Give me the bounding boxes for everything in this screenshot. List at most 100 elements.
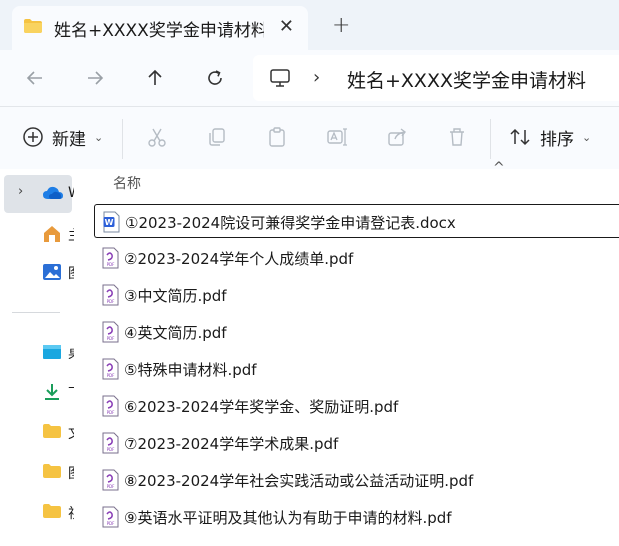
file-row[interactable]: PDF ③中文简历.pdf — [94, 278, 619, 312]
divider — [12, 312, 60, 313]
folder-icon — [42, 423, 62, 441]
refresh-icon — [208, 70, 222, 85]
word-document-icon: W — [103, 211, 120, 233]
tab-title: 姓名+XXXX奖学金申请材料 — [54, 20, 264, 41]
pdf-file-icon: PDF — [102, 247, 119, 269]
file-row[interactable]: PDF ⑥2023-2024学年奖学金、奖励证明.pdf — [94, 389, 619, 423]
sidebar-item-downloads[interactable]: 下 — [0, 373, 74, 411]
folder-icon — [42, 503, 62, 521]
rename-button[interactable] — [326, 121, 348, 153]
pdf-file-icon: PDF — [102, 395, 119, 417]
pdf-file-icon: PDF — [102, 358, 119, 380]
breadcrumb-separator-icon[interactable]: › — [313, 67, 320, 88]
tab-active[interactable]: 姓名+XXXX奖学金申请材料 ✕ — [12, 6, 308, 50]
divider — [490, 119, 491, 159]
gallery-icon — [42, 263, 62, 281]
sidebar-item-desktop[interactable]: 桌 — [0, 333, 74, 371]
clipboard-icon — [269, 127, 285, 147]
sidebar-item-documents[interactable]: 文 — [0, 413, 74, 451]
file-name: ①2023-2024院设可兼得奖学金申请登记表.docx — [125, 214, 456, 232]
desktop-icon — [42, 343, 62, 361]
file-name: ⑧2023-2024学年社会实践活动或公益活动证明.pdf — [124, 472, 474, 490]
divider — [122, 119, 123, 159]
file-row[interactable]: PDF ⑦2023-2024学年学术成果.pdf — [94, 426, 619, 460]
sidebar-item-gallery[interactable]: 图 — [0, 253, 74, 291]
sort-button-label: 排序 — [540, 129, 574, 150]
svg-text:PDF: PDF — [107, 299, 115, 304]
command-bar: 新建 ⌄ 排序 ⌄ — [0, 106, 619, 170]
file-name: ②2023-2024学年个人成绩单.pdf — [124, 250, 354, 268]
pdf-file-icon: PDF — [102, 432, 119, 454]
paste-button[interactable] — [266, 121, 288, 153]
close-tab-icon[interactable]: ✕ — [279, 16, 294, 37]
file-list: ^ 名称 W ①2023-2024院设可兼得奖学金申请登记表.docx PDF … — [74, 160, 619, 546]
home-icon — [42, 225, 62, 243]
file-row[interactable]: PDF ④英文简历.pdf — [94, 315, 619, 349]
breadcrumb-current-folder[interactable]: 姓名+XXXX奖学金申请材料 — [347, 66, 586, 93]
svg-text:PDF: PDF — [107, 521, 115, 526]
svg-text:PDF: PDF — [107, 262, 115, 267]
file-name: ⑨英语水平证明及其他认为有助于申请的材料.pdf — [124, 509, 452, 527]
svg-text:W: W — [105, 218, 114, 227]
cut-button[interactable] — [146, 121, 168, 153]
forward-button[interactable] — [81, 64, 109, 92]
arrow-up-icon — [148, 69, 162, 85]
pdf-file-icon: PDF — [102, 321, 119, 343]
file-row[interactable]: PDF ⑤特殊申请材料.pdf — [94, 352, 619, 386]
sidebar-item-pictures[interactable]: 图 — [0, 453, 74, 491]
file-row[interactable]: W ①2023-2024院设可兼得奖学金申请登记表.docx — [94, 204, 619, 238]
new-button[interactable]: 新建 ⌄ — [22, 121, 103, 153]
file-name: ④英文简历.pdf — [124, 324, 227, 342]
pdf-file-icon: PDF — [102, 469, 119, 491]
chevron-down-icon: ⌄ — [94, 130, 104, 144]
trash-icon — [450, 128, 464, 146]
scissors-icon — [148, 128, 166, 147]
refresh-button[interactable] — [201, 64, 229, 92]
sort-arrows-icon — [510, 128, 530, 146]
svg-text:PDF: PDF — [107, 373, 115, 378]
file-name: ⑦2023-2024学年学术成果.pdf — [124, 435, 339, 453]
file-name: ⑤特殊申请材料.pdf — [124, 361, 257, 379]
sidebar-item-home[interactable]: 主 — [0, 215, 74, 253]
download-icon — [42, 383, 62, 401]
rename-icon — [327, 128, 347, 146]
share-icon — [388, 128, 406, 146]
chevron-down-icon: ⌄ — [582, 130, 592, 144]
navigation-pane: › W 主 图 桌 下 文 — [0, 169, 74, 546]
file-name: ⑥2023-2024学年奖学金、奖励证明.pdf — [124, 398, 399, 416]
folder-icon — [23, 18, 43, 38]
title-bar: 姓名+XXXX奖学金申请材料 ✕ + — [0, 0, 619, 50]
folder-icon — [42, 463, 62, 481]
back-button[interactable] — [21, 64, 49, 92]
navigation-bar: › 姓名+XXXX奖学金申请材料 — [0, 50, 619, 106]
column-header-name[interactable]: 名称 — [113, 173, 141, 193]
sidebar-item-onedrive[interactable]: › W — [4, 175, 74, 213]
share-button[interactable] — [386, 121, 408, 153]
chevron-right-icon[interactable]: › — [18, 184, 23, 199]
copy-icon — [209, 128, 225, 146]
svg-text:PDF: PDF — [107, 484, 115, 489]
svg-text:PDF: PDF — [107, 447, 115, 452]
file-row[interactable]: PDF ⑨英语水平证明及其他认为有助于申请的材料.pdf — [94, 500, 619, 534]
pdf-file-icon: PDF — [102, 284, 119, 306]
svg-text:PDF: PDF — [107, 336, 115, 341]
add-circle-icon — [23, 127, 43, 147]
svg-text:PDF: PDF — [107, 410, 115, 415]
up-button[interactable] — [141, 64, 169, 92]
pdf-file-icon: PDF — [102, 506, 119, 528]
sort-ascending-indicator: ^ — [493, 160, 505, 176]
file-name: ③中文简历.pdf — [124, 287, 227, 305]
arrow-left-icon — [26, 71, 42, 85]
copy-button[interactable] — [206, 121, 228, 153]
delete-button[interactable] — [446, 121, 468, 153]
address-bar[interactable]: › 姓名+XXXX奖学金申请材料 — [253, 55, 619, 101]
sort-button[interactable]: 排序 ⌄ — [508, 121, 591, 153]
cloud-icon — [42, 185, 63, 203]
file-row[interactable]: PDF ⑧2023-2024学年社会实践活动或公益活动证明.pdf — [94, 463, 619, 497]
arrow-right-icon — [88, 71, 104, 85]
this-pc-icon[interactable] — [269, 68, 291, 92]
sidebar-item-videos[interactable]: 视 — [0, 493, 74, 531]
new-button-label: 新建 — [52, 129, 86, 150]
new-tab-button[interactable]: + — [332, 13, 350, 38]
file-row[interactable]: PDF ②2023-2024学年个人成绩单.pdf — [94, 241, 619, 275]
